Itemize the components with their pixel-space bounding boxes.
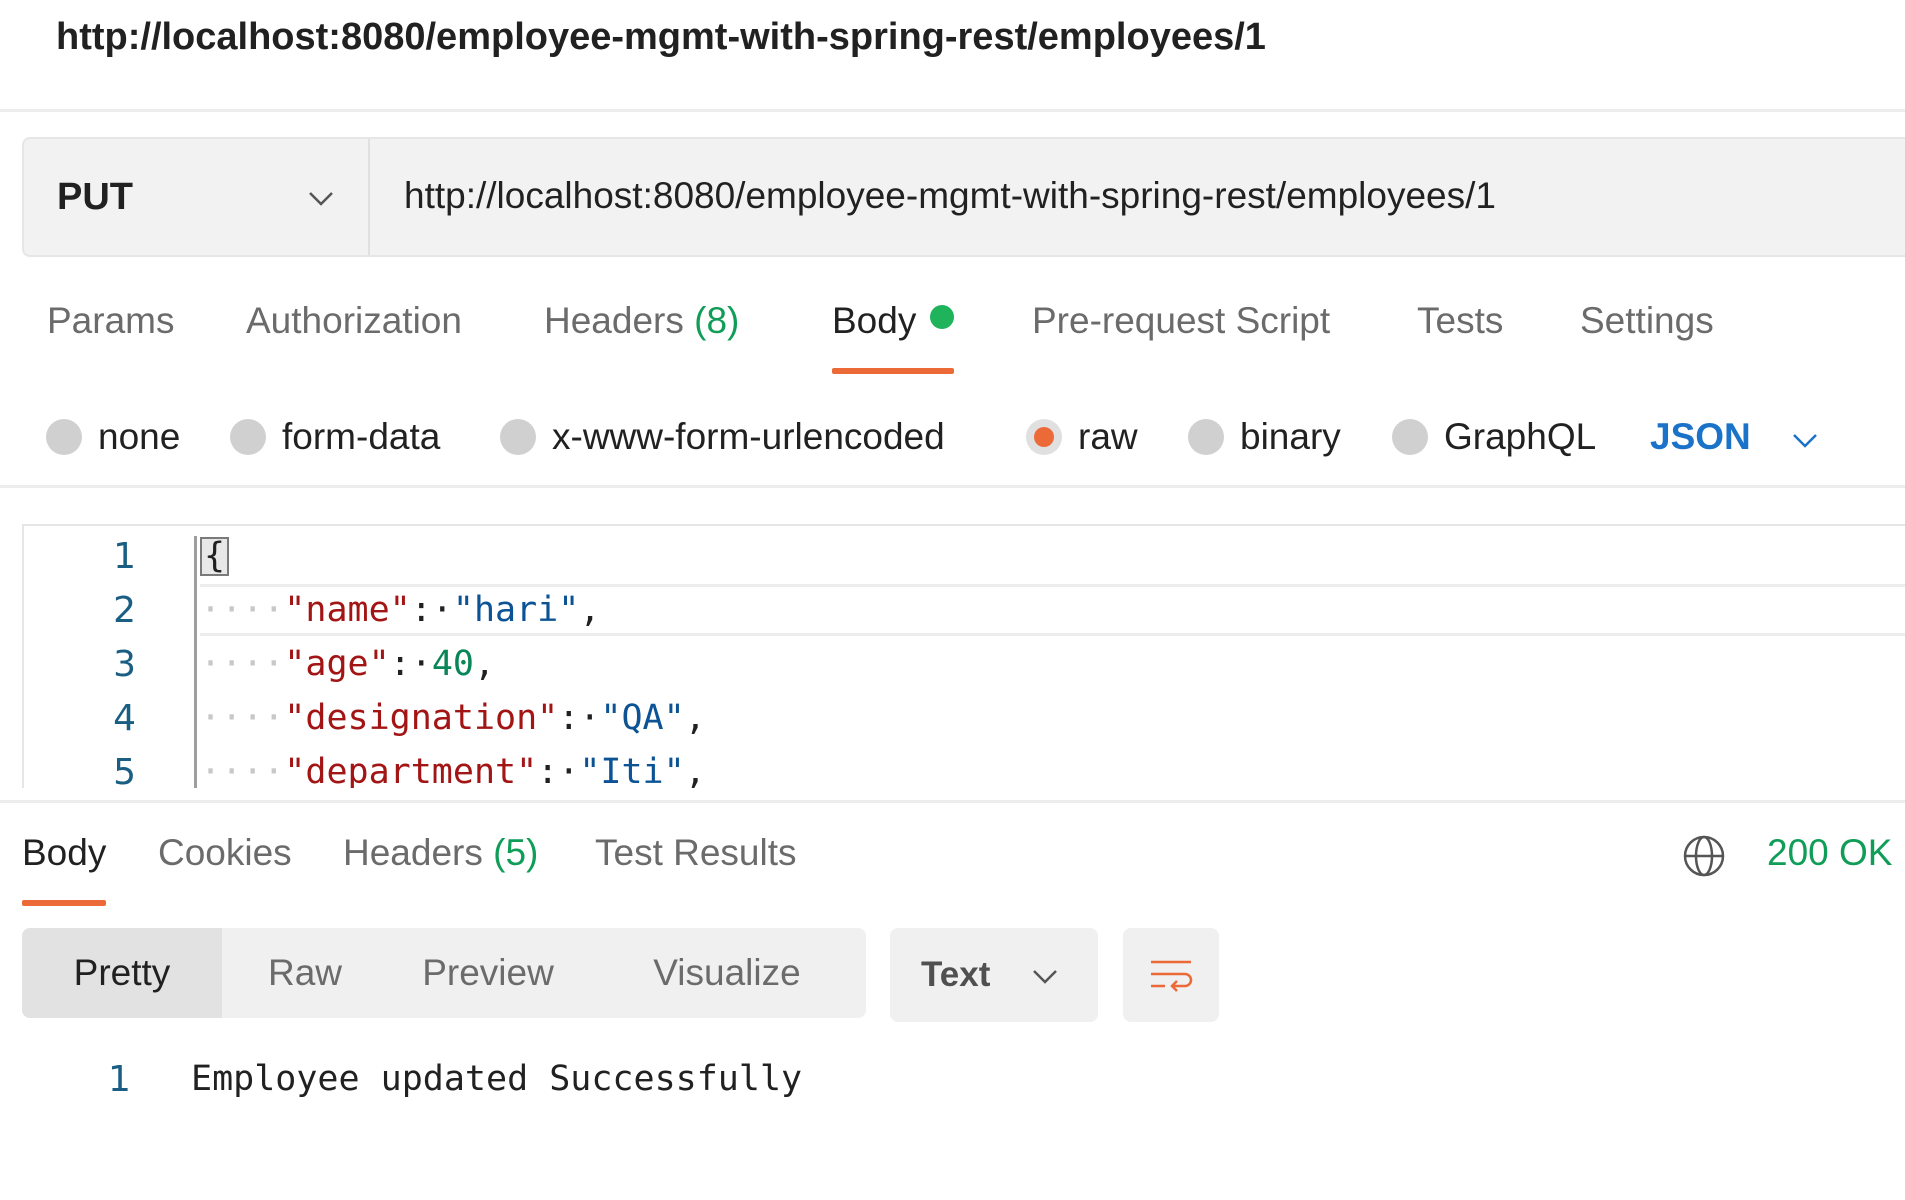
title-bar: http://localhost:8080/employee-mgmt-with… [0,0,1905,112]
tab-params[interactable]: Params [47,300,174,342]
tab-settings[interactable]: Settings [1580,300,1714,342]
active-tab-underline [832,368,955,374]
response-tab-body[interactable]: Body [22,832,107,906]
active-tab-underline [22,900,107,906]
radio-circle-icon [46,419,82,455]
response-headers-count: (5) [493,832,539,873]
chevron-down-icon[interactable] [1790,425,1820,455]
tab-pre-request-script[interactable]: Pre-request Script [1032,300,1330,342]
method-select[interactable]: PUT [24,139,370,255]
code-line: ····"name":·"hari", [200,590,601,630]
url-input[interactable]: http://localhost:8080/employee-mgmt-with… [404,175,1496,217]
code-line: ····"age":·40, [200,644,496,684]
request-tabs: Params Authorization Headers (8) Body Pr… [0,300,1905,380]
wrap-lines-icon [1151,960,1193,992]
radio-graphql[interactable]: GraphQL [1392,416,1596,458]
response-tab-headers[interactable]: Headers (5) [343,832,538,874]
radio-circle-icon [230,419,266,455]
body-format-select[interactable]: JSON [1650,416,1751,458]
response-tab-test-results[interactable]: Test Results [595,832,797,874]
editor-gutter-line [194,536,197,788]
body-modified-dot [930,305,955,329]
headers-count: (8) [694,300,740,341]
request-title: http://localhost:8080/employee-mgmt-with… [56,16,1266,58]
radio-raw[interactable]: raw [1026,416,1138,458]
line-number: 3 [113,644,136,685]
code-line: ····"designation":·"QA", [200,698,706,738]
chevron-down-icon [309,192,333,206]
response-line-number: 1 [108,1059,131,1100]
globe-icon[interactable] [1682,834,1726,878]
tab-authorization[interactable]: Authorization [246,300,462,342]
radio-binary[interactable]: binary [1188,416,1341,458]
radio-x-www-form-urlencoded[interactable]: x-www-form-urlencoded [500,416,945,458]
radio-circle-icon [500,419,536,455]
line-number: 2 [113,590,136,631]
line-number: 5 [113,752,136,788]
code-line: { [200,536,230,576]
response-divider[interactable] [0,800,1905,803]
response-tabs: Body Cookies Headers (5) Test Results [0,832,1905,912]
response-body-text: Employee updated Successfully [191,1059,803,1099]
request-bar: PUT http://localhost:8080/employee-mgmt-… [22,137,1905,257]
response-format-select[interactable]: Text [890,928,1098,1022]
response-format-label: Text [921,955,991,994]
response-status[interactable]: 200 OK [1767,832,1892,874]
tab-body[interactable]: Body [832,300,955,374]
matched-brace: { [200,537,230,576]
radio-form-data[interactable]: form-data [230,416,440,458]
tab-headers[interactable]: Headers (8) [544,300,739,342]
method-label: PUT [57,176,133,218]
radio-circle-icon [1392,419,1428,455]
line-number: 1 [113,536,136,577]
response-view-selector: Pretty Raw Preview Visualize [22,928,866,1018]
view-raw-button[interactable]: Raw [222,928,388,1018]
chevron-down-icon [1033,970,1057,984]
radio-checked-icon [1026,419,1062,455]
tab-tests[interactable]: Tests [1417,300,1503,342]
wrap-lines-button[interactable] [1123,928,1219,1022]
radio-circle-icon [1188,419,1224,455]
view-preview-button[interactable]: Preview [388,928,588,1018]
response-tab-cookies[interactable]: Cookies [158,832,292,874]
code-line: ····"department":·"Iti", [200,752,706,788]
line-number: 4 [113,698,136,739]
view-visualize-button[interactable]: Visualize [588,928,866,1018]
body-type-selector: none form-data x-www-form-urlencoded raw… [0,408,1905,488]
view-pretty-button[interactable]: Pretty [22,928,222,1018]
radio-none[interactable]: none [46,416,180,458]
request-body-editor[interactable]: 1 { 2 ····"name":·"hari", 3 ····"age":·4… [22,524,1905,788]
